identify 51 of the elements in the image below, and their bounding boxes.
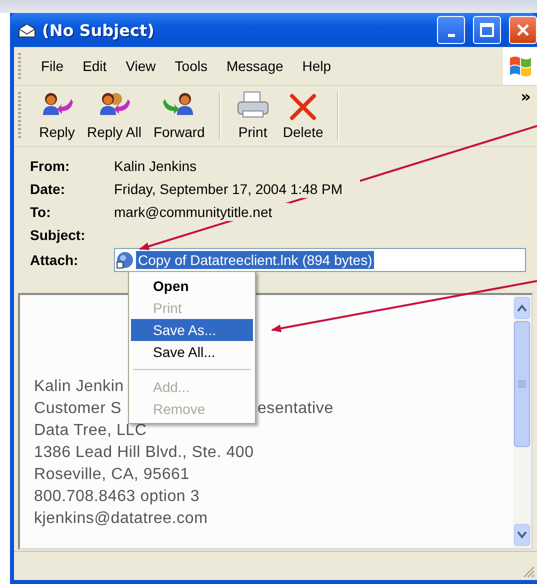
- scroll-down-button[interactable]: [514, 524, 530, 546]
- resize-grip-icon: [523, 566, 535, 578]
- field-value: Kalin Jenkins: [114, 157, 198, 176]
- field-value: mark@communitytitle.net: [114, 203, 274, 222]
- scroll-up-button[interactable]: [514, 297, 530, 319]
- menu-item[interactable]: File: [33, 56, 72, 76]
- maximize-button[interactable]: [473, 16, 501, 44]
- field-value: Friday, September 17, 2004 1:48 PM: [114, 180, 344, 199]
- field-label: Date:: [30, 180, 66, 199]
- forward-button[interactable]: Forward: [147, 86, 211, 146]
- delete-button[interactable]: Delete: [276, 86, 330, 146]
- field-label: From:: [30, 157, 71, 176]
- close-icon: [515, 22, 531, 38]
- delete-icon: [288, 93, 318, 121]
- field-label: Subject:: [30, 226, 86, 245]
- minimize-icon: [448, 34, 454, 36]
- caret-down-icon: [517, 531, 527, 539]
- maximize-icon: [479, 22, 495, 38]
- menu-item[interactable]: Save As...: [131, 319, 253, 341]
- attachment-name[interactable]: Copy of Datatreeclient.lnk (894 bytes): [136, 251, 374, 269]
- body-text: esentative: [257, 399, 334, 419]
- caret-up-icon: [517, 304, 527, 312]
- shortcut-icon: [116, 251, 134, 269]
- windows-logo-icon: [508, 55, 532, 77]
- reply-all-button[interactable]: Reply All: [81, 86, 148, 146]
- envelope-icon: [18, 22, 36, 38]
- body-text: Data Tree, LLC: [34, 421, 147, 441]
- body-text: 1386 Lead Hill Blvd., Ste. 400: [34, 443, 254, 463]
- close-button[interactable]: [509, 16, 537, 44]
- attachment-field[interactable]: Copy of Datatreeclient.lnk (894 bytes): [114, 248, 526, 272]
- body-text: Customer S: [34, 399, 122, 419]
- grip-icon: [518, 380, 526, 388]
- menu-item[interactable]: Save All...: [131, 341, 253, 363]
- scroll-thumb[interactable]: [514, 321, 530, 447]
- menu-item[interactable]: Open: [131, 275, 253, 297]
- body-text: 800.708.8463 option 3: [34, 487, 200, 507]
- body-text: Roseville, CA, 95661: [34, 465, 190, 485]
- more-button[interactable]: »: [520, 87, 531, 106]
- print-button[interactable]: Print: [228, 86, 277, 146]
- minimize-button[interactable]: [437, 16, 465, 44]
- menu-item[interactable]: Help: [294, 56, 340, 76]
- body-text: kjenkins@datatree.com: [34, 509, 208, 529]
- body-text: Kalin Jenkin: [34, 377, 124, 397]
- menu-item[interactable]: View: [118, 56, 164, 76]
- field-label: Attach:: [30, 251, 80, 270]
- menu-item[interactable]: Tools: [166, 56, 216, 76]
- window-title: (No Subject): [42, 20, 156, 40]
- field-label: To:: [30, 203, 52, 222]
- reply-button[interactable]: Reply: [33, 86, 81, 146]
- menu-item[interactable]: Message: [218, 56, 292, 76]
- menu-item[interactable]: Edit: [74, 56, 115, 76]
